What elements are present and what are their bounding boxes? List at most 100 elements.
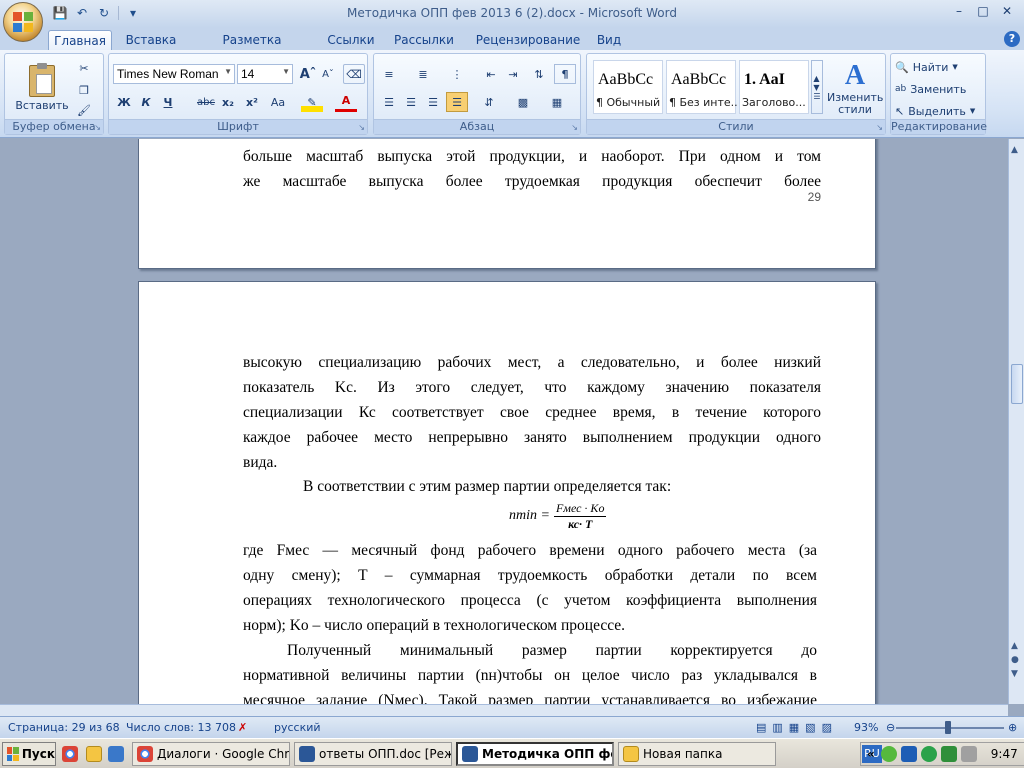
italic-button[interactable]: К xyxy=(135,92,157,112)
scroll-thumb[interactable] xyxy=(1011,364,1023,404)
help-icon[interactable]: ? xyxy=(1004,31,1020,47)
shrink-font-button[interactable]: Aˇ xyxy=(317,64,339,84)
strikethrough-button[interactable]: abc xyxy=(195,92,217,112)
zoom-slider-knob[interactable] xyxy=(945,721,951,734)
language-status[interactable]: русский xyxy=(274,721,321,734)
close-button[interactable]: ✕ xyxy=(996,2,1018,20)
justify-icon[interactable]: ☰ xyxy=(446,92,468,112)
folder-quicklaunch-icon[interactable] xyxy=(86,746,102,762)
dialog-launcher-icon[interactable]: ↘ xyxy=(876,123,883,132)
superscript-button[interactable]: x² xyxy=(241,92,263,112)
replace-button[interactable]: ab Заменить xyxy=(895,80,981,98)
zoom-level[interactable]: 93% xyxy=(854,721,878,734)
tray-icon-network[interactable] xyxy=(900,746,917,762)
highlight-icon[interactable]: ✎ xyxy=(301,92,323,112)
dialog-launcher-icon[interactable]: ↘ xyxy=(358,123,365,132)
tab-references[interactable]: Ссылки xyxy=(322,30,380,50)
minimize-button[interactable]: – xyxy=(948,2,970,20)
ie-quicklaunch-icon[interactable] xyxy=(108,746,124,762)
show-marks-icon[interactable]: ¶ xyxy=(554,64,576,84)
tab-view[interactable]: Вид xyxy=(592,30,626,50)
browse-object-icon[interactable]: ▲ ● ▼ xyxy=(1011,639,1019,681)
grow-font-button[interactable]: Aˆ xyxy=(297,64,319,84)
window-controls: – □ ✕ xyxy=(948,2,1018,20)
styles-scroll-icon[interactable]: ▲ ▼ ☰ xyxy=(811,60,823,114)
tray-icon-green[interactable] xyxy=(880,746,897,762)
page-29: больше масштаб выпуска этой продукции, и… xyxy=(138,139,876,269)
copy-icon[interactable]: ❐ xyxy=(73,80,95,100)
text-line: высокую специализацию рабочих мест, а сл… xyxy=(243,354,821,371)
borders-icon[interactable]: ▦ xyxy=(546,92,568,112)
numbering-icon[interactable]: ≣ xyxy=(412,64,434,84)
page-count-status[interactable]: Страница: 29 из 68 xyxy=(8,721,120,734)
increase-indent-icon[interactable]: ⇥ xyxy=(502,64,524,84)
change-styles-button[interactable]: A Изменить стили xyxy=(825,58,885,118)
text-line: одну смену); T – суммарная трудоемкость … xyxy=(243,567,817,584)
tray-icon-shield[interactable] xyxy=(940,746,957,762)
dialog-launcher-icon[interactable]: ↘ xyxy=(94,123,101,132)
style-no-spacing[interactable]: AaBbCc ¶ Без инте... xyxy=(666,60,737,114)
font-size-combo[interactable]: 14 ▼ xyxy=(237,64,293,84)
office-button[interactable] xyxy=(3,2,43,42)
tab-review[interactable]: Рецензирование xyxy=(468,30,588,50)
tab-page-layout[interactable]: Разметка страницы xyxy=(190,30,314,61)
sort-icon[interactable]: ⇅ xyxy=(528,64,550,84)
font-name-combo[interactable]: Times New Roman ▼ xyxy=(113,64,235,84)
ribbon-tabs: Главная Вставка Разметка страницы Ссылки… xyxy=(0,28,1024,61)
horizontal-scrollbar[interactable] xyxy=(0,704,1008,716)
bullets-icon[interactable]: ≡ xyxy=(378,64,400,84)
tray-expand-icon[interactable]: « xyxy=(867,747,875,761)
shading-icon[interactable]: ▩ xyxy=(512,92,534,112)
line-spacing-icon[interactable]: ⇵ xyxy=(478,92,500,112)
select-button[interactable]: ↖ Выделить ▼ xyxy=(895,102,981,120)
clear-format-icon[interactable]: ⌫ xyxy=(343,64,365,84)
clipboard-group-label: Буфер обмена xyxy=(5,119,103,134)
font-color-icon[interactable]: A xyxy=(335,92,357,112)
subscript-button[interactable]: x₂ xyxy=(217,92,239,112)
text-line: нормативной величины партии (nн)чтобы он… xyxy=(243,667,817,684)
multilevel-list-icon[interactable]: ⋮ xyxy=(446,64,468,84)
underline-button[interactable]: Ч xyxy=(157,92,179,112)
find-button[interactable]: 🔍 Найти ▼ xyxy=(895,58,981,76)
format-painter-icon[interactable]: 🖌 xyxy=(73,100,95,120)
word-count-status[interactable]: Число слов: 13 708 xyxy=(126,721,236,734)
paste-button[interactable]: Вставить xyxy=(11,58,73,118)
tab-home[interactable]: Главная xyxy=(48,30,112,50)
align-left-icon[interactable]: ☰ xyxy=(378,92,400,112)
chrome-icon xyxy=(137,746,153,762)
task-word-answers[interactable]: ответы ОПП.doc [Режи... xyxy=(294,742,452,766)
align-right-icon[interactable]: ☰ xyxy=(422,92,444,112)
align-center-icon[interactable]: ☰ xyxy=(400,92,422,112)
tray-icon-volume[interactable] xyxy=(960,746,977,762)
zoom-out-icon[interactable]: ⊖ xyxy=(886,721,895,734)
window-title: Методичка ОПП фев 2013 6 (2).docx - Micr… xyxy=(346,6,677,20)
task-new-folder[interactable]: Новая папка xyxy=(618,742,776,766)
change-case-button[interactable]: Aa xyxy=(265,92,291,112)
style-normal[interactable]: AaBbCc ¶ Обычный xyxy=(593,60,663,114)
cursor-icon: ↖ xyxy=(895,104,905,118)
bold-button[interactable]: Ж xyxy=(113,92,135,112)
text-line: же масштабе выпуска более трудоемкая про… xyxy=(243,173,821,190)
style-heading1[interactable]: 1. AaI Заголово... xyxy=(739,60,809,114)
scroll-up-icon[interactable]: ▲ xyxy=(1011,145,1018,155)
replace-icon: ab xyxy=(895,84,907,94)
tab-mailings[interactable]: Рассылки xyxy=(388,30,460,50)
vertical-scrollbar[interactable]: ▲ ▲ ● ▼ xyxy=(1008,139,1024,704)
dialog-launcher-icon[interactable]: ↘ xyxy=(571,123,578,132)
formula: nmin = Fмес · Ko кс· T xyxy=(509,496,607,536)
task-chrome[interactable]: Диалоги · Google Chrome xyxy=(132,742,290,766)
spelling-check-icon[interactable]: ✗ xyxy=(238,721,247,734)
task-word-manual[interactable]: Методичка ОПП фе... xyxy=(456,742,614,766)
maximize-button[interactable]: □ xyxy=(972,2,994,20)
document-area[interactable]: больше масштаб выпуска этой продукции, и… xyxy=(0,139,1008,704)
chrome-quicklaunch-icon[interactable] xyxy=(62,746,78,762)
view-buttons-icon[interactable]: ▤▥▦▧▨ xyxy=(756,721,838,734)
taskbar: Пуск Диалоги · Google Chrome ответы ОПП.… xyxy=(0,738,1024,768)
tray-icon-chat[interactable] xyxy=(920,746,937,762)
decrease-indent-icon[interactable]: ⇤ xyxy=(480,64,502,84)
zoom-in-icon[interactable]: ⊕ xyxy=(1008,721,1017,734)
paragraph-1: высокую специализацию рабочих мест, а сл… xyxy=(243,350,821,475)
cut-icon[interactable]: ✂ xyxy=(73,58,95,78)
tab-insert[interactable]: Вставка xyxy=(118,30,184,50)
start-button[interactable]: Пуск xyxy=(2,742,56,766)
